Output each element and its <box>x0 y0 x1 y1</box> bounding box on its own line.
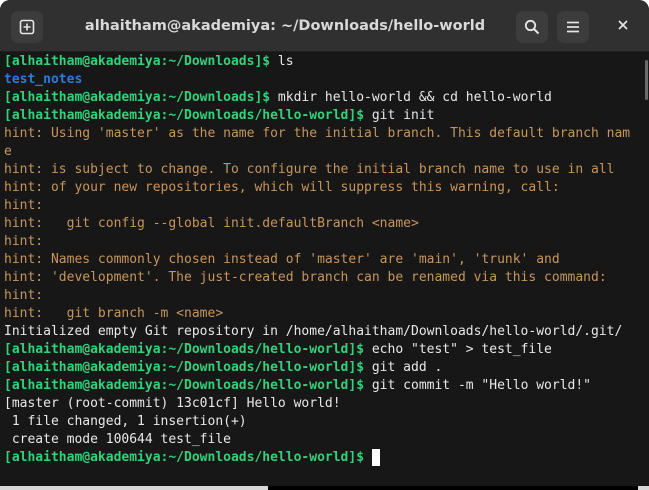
menu-button[interactable] <box>557 11 589 43</box>
terminal-line: [alhaitham@akademiya:~/Downloads/hello-w… <box>4 377 644 395</box>
shell-prompt: [alhaitham@akademiya:~/Downloads/hello-w… <box>4 450 365 465</box>
git-hint-text: hint: git branch -m <name> <box>4 306 224 321</box>
terminal-line: hint: of your new repositories, which wi… <box>4 179 644 197</box>
close-button[interactable] <box>609 13 637 41</box>
search-button[interactable] <box>516 11 548 43</box>
git-hint-text: hint: Using 'master' as the name for the… <box>4 126 631 141</box>
git-hint-text: hint: git config --global init.defaultBr… <box>4 216 419 231</box>
terminal-line: hint: git branch -m <name> <box>4 305 644 323</box>
command-text: git add . <box>364 360 443 375</box>
terminal-line: [alhaitham@akademiya:~/Downloads/hello-w… <box>4 359 644 377</box>
command-output: [master (root-commit) 13c01cf] Hello wor… <box>4 396 341 411</box>
terminal-line: hint: git config --global init.defaultBr… <box>4 215 644 233</box>
command-text: mkdir hello-world && cd hello-world <box>270 90 552 105</box>
command-text: git init <box>364 108 435 123</box>
terminal-line: [alhaitham@akademiya:~/Downloads]$ mkdir… <box>4 89 644 107</box>
terminal-line: hint: <box>4 197 644 215</box>
command-input[interactable] <box>364 450 372 465</box>
window-title: alhaitham@akademiya: ~/Downloads/hello-w… <box>84 18 486 34</box>
taskbar-segment <box>268 486 638 490</box>
scrollbar[interactable] <box>645 60 648 100</box>
terminal-line: hint: Names commonly chosen instead of '… <box>4 251 644 269</box>
command-text: ls <box>270 54 294 69</box>
terminal-line: test_notes <box>4 71 644 89</box>
git-hint-text: hint: 'development'. The just-created br… <box>4 270 607 285</box>
shell-prompt: [alhaitham@akademiya:~/Downloads/hello-w… <box>4 360 365 375</box>
new-tab-button[interactable] <box>11 11 43 43</box>
terminal-line: [alhaitham@akademiya:~/Downloads/hello-w… <box>4 449 644 467</box>
search-icon <box>524 19 540 35</box>
command-text: git commit -m "Hello world!" <box>364 378 592 393</box>
terminal-line: [alhaitham@akademiya:~/Downloads/hello-w… <box>4 341 644 359</box>
terminal-line: hint: is subject to change. To configure… <box>4 161 644 179</box>
terminal-line: Initialized empty Git repository in /hom… <box>4 323 644 341</box>
terminal-output[interactable]: [alhaitham@akademiya:~/Downloads]$ ls tes… <box>4 52 644 483</box>
git-hint-text: hint: Names commonly chosen instead of '… <box>4 252 560 267</box>
terminal-line: hint: <box>4 287 644 305</box>
command-output: Initialized empty Git repository in /hom… <box>4 324 623 339</box>
shell-prompt: [alhaitham@akademiya:~/Downloads]$ <box>4 90 271 105</box>
command-text: echo "test" > test_file <box>364 342 552 357</box>
command-output: 1 file changed, 1 insertion(+) <box>4 414 247 429</box>
terminal-line: [master (root-commit) 13c01cf] Hello wor… <box>4 395 644 413</box>
title-bar[interactable]: alhaitham@akademiya: ~/Downloads/hello-w… <box>0 0 649 52</box>
shell-prompt: [alhaitham@akademiya:~/Downloads/hello-w… <box>4 342 365 357</box>
new-tab-icon <box>19 19 35 35</box>
directory-entry: test_notes <box>4 72 83 87</box>
terminal-line: create mode 100644 test_file <box>4 431 644 449</box>
terminal-line: [alhaitham@akademiya:~/Downloads/hello-w… <box>4 107 644 125</box>
terminal-line: e <box>4 143 644 161</box>
git-hint-text: hint: <box>4 198 44 213</box>
terminal-window: alhaitham@akademiya: ~/Downloads/hello-w… <box>0 0 649 490</box>
close-icon <box>617 18 629 36</box>
git-hint-text: e <box>4 144 12 159</box>
text-cursor <box>371 449 380 466</box>
terminal-line: [alhaitham@akademiya:~/Downloads]$ ls <box>4 53 644 71</box>
command-output: create mode 100644 test_file <box>4 432 231 447</box>
terminal-line: hint: 'development'. The just-created br… <box>4 269 644 287</box>
hamburger-menu-icon <box>565 19 581 35</box>
shell-prompt: [alhaitham@akademiya:~/Downloads/hello-w… <box>4 108 365 123</box>
git-hint-text: hint: is subject to change. To configure… <box>4 162 615 177</box>
git-hint-text: hint: of your new repositories, which wi… <box>4 180 560 195</box>
terminal-line: hint: <box>4 233 644 251</box>
shell-prompt: [alhaitham@akademiya:~/Downloads]$ <box>4 54 271 69</box>
git-hint-text: hint: <box>4 234 44 249</box>
terminal-line: hint: Using 'master' as the name for the… <box>4 125 644 143</box>
shell-prompt: [alhaitham@akademiya:~/Downloads/hello-w… <box>4 378 365 393</box>
terminal-line: 1 file changed, 1 insertion(+) <box>4 413 644 431</box>
git-hint-text: hint: <box>4 288 44 303</box>
